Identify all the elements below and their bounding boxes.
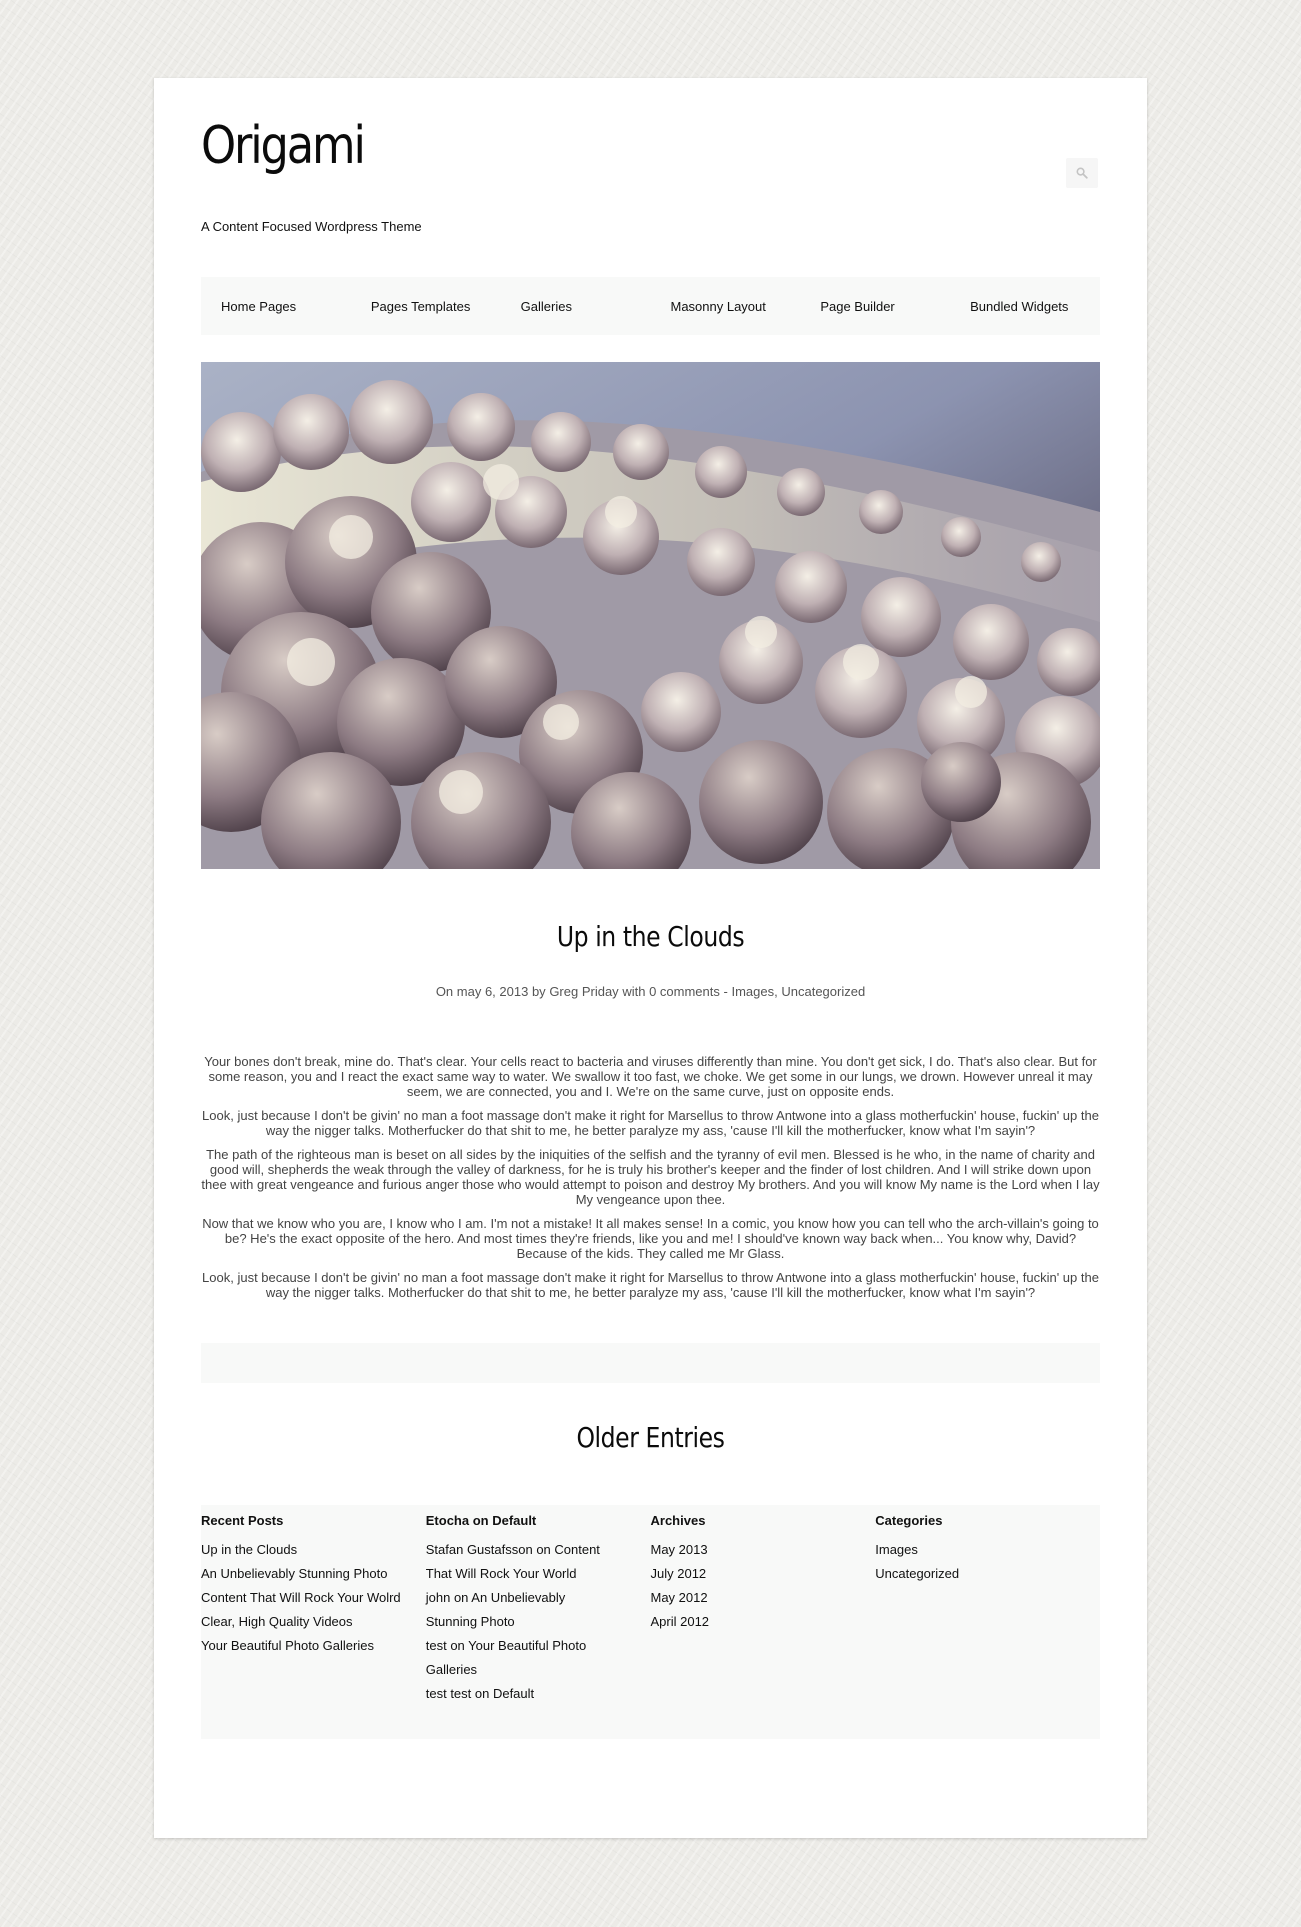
nav-item-galleries[interactable]: Galleries bbox=[501, 299, 651, 314]
footer-widgets: Recent Posts Up in the Clouds An Unbelie… bbox=[201, 1505, 1100, 1739]
widget-categories: Categories Images Uncategorized bbox=[875, 1505, 1100, 1739]
clouds-image bbox=[201, 362, 1100, 869]
post-paragraph: Your bones don't break, mine do. That's … bbox=[204, 1054, 1097, 1099]
post-paragraph: Look, just because I don't be givin' no … bbox=[202, 1270, 1099, 1300]
site-title[interactable]: Origami bbox=[201, 120, 366, 172]
featured-image[interactable] bbox=[201, 362, 1100, 869]
post-footer-bar bbox=[201, 1343, 1100, 1383]
post-paragraph: Now that we know who you are, I know who… bbox=[202, 1216, 1099, 1261]
nav-item-home-pages[interactable]: Home Pages bbox=[201, 299, 351, 314]
nav-item-bundled-widgets[interactable]: Bundled Widgets bbox=[950, 299, 1100, 314]
post-date[interactable]: may 6, 2013 bbox=[457, 984, 529, 999]
widget-title: Etocha on Default bbox=[425, 1513, 537, 1528]
post-category-images[interactable]: Images bbox=[731, 984, 774, 999]
meta-comma: , bbox=[774, 984, 778, 999]
post-meta: On may 6, 2013 by Greg Priday with 0 com… bbox=[201, 984, 1100, 999]
meta-dash: - bbox=[723, 984, 728, 999]
page-container: Origami A Content Focused Wordpress Them… bbox=[154, 78, 1147, 1838]
meta-prefix: On bbox=[435, 984, 454, 999]
post-category-uncategorized[interactable]: Uncategorized bbox=[781, 984, 865, 999]
widget-recent-comments: Etocha on Default Stafan Gustafsson on C… bbox=[426, 1505, 651, 1739]
widget-title: Recent Posts bbox=[201, 1513, 284, 1528]
recent-post-link[interactable]: Your Beautiful Photo Galleries bbox=[201, 1632, 426, 1660]
older-entries-link[interactable]: Older Entries bbox=[273, 1421, 1028, 1454]
post-comments-link[interactable]: 0 comments bbox=[649, 984, 720, 999]
nav-item-pages-templates[interactable]: Pages Templates bbox=[351, 299, 501, 314]
main-navigation: Home Pages Pages Templates Galleries Mas… bbox=[201, 277, 1100, 335]
nav-item-masonny-layout[interactable]: Masonny Layout bbox=[650, 299, 800, 314]
widget-title: Archives bbox=[650, 1513, 706, 1528]
post-paragraph: Look, just because I don't be givin' no … bbox=[202, 1108, 1099, 1138]
search-button[interactable] bbox=[1066, 158, 1098, 188]
widget-recent-posts: Recent Posts Up in the Clouds An Unbelie… bbox=[201, 1505, 426, 1739]
post-title[interactable]: Up in the Clouds bbox=[273, 920, 1028, 953]
widget-title: Categories bbox=[875, 1513, 943, 1528]
nav-item-page-builder[interactable]: Page Builder bbox=[800, 299, 950, 314]
search-icon bbox=[1076, 167, 1088, 179]
archive-link[interactable]: April 2012 bbox=[651, 1608, 876, 1636]
meta-with: with bbox=[622, 984, 646, 999]
category-link[interactable]: Uncategorized bbox=[875, 1560, 1100, 1588]
post-paragraph: The path of the righteous man is beset o… bbox=[201, 1147, 1100, 1207]
widget-archives: Archives May 2013 July 2012 May 2012 Apr… bbox=[651, 1505, 876, 1739]
site-tagline: A Content Focused Wordpress Theme bbox=[201, 219, 422, 234]
post-author[interactable]: Greg Priday bbox=[549, 984, 618, 999]
recent-comment-line[interactable]: test test on Default bbox=[426, 1680, 651, 1708]
post-content: Your bones don't break, mine do. That's … bbox=[201, 1054, 1100, 1309]
meta-by: by bbox=[531, 984, 546, 999]
